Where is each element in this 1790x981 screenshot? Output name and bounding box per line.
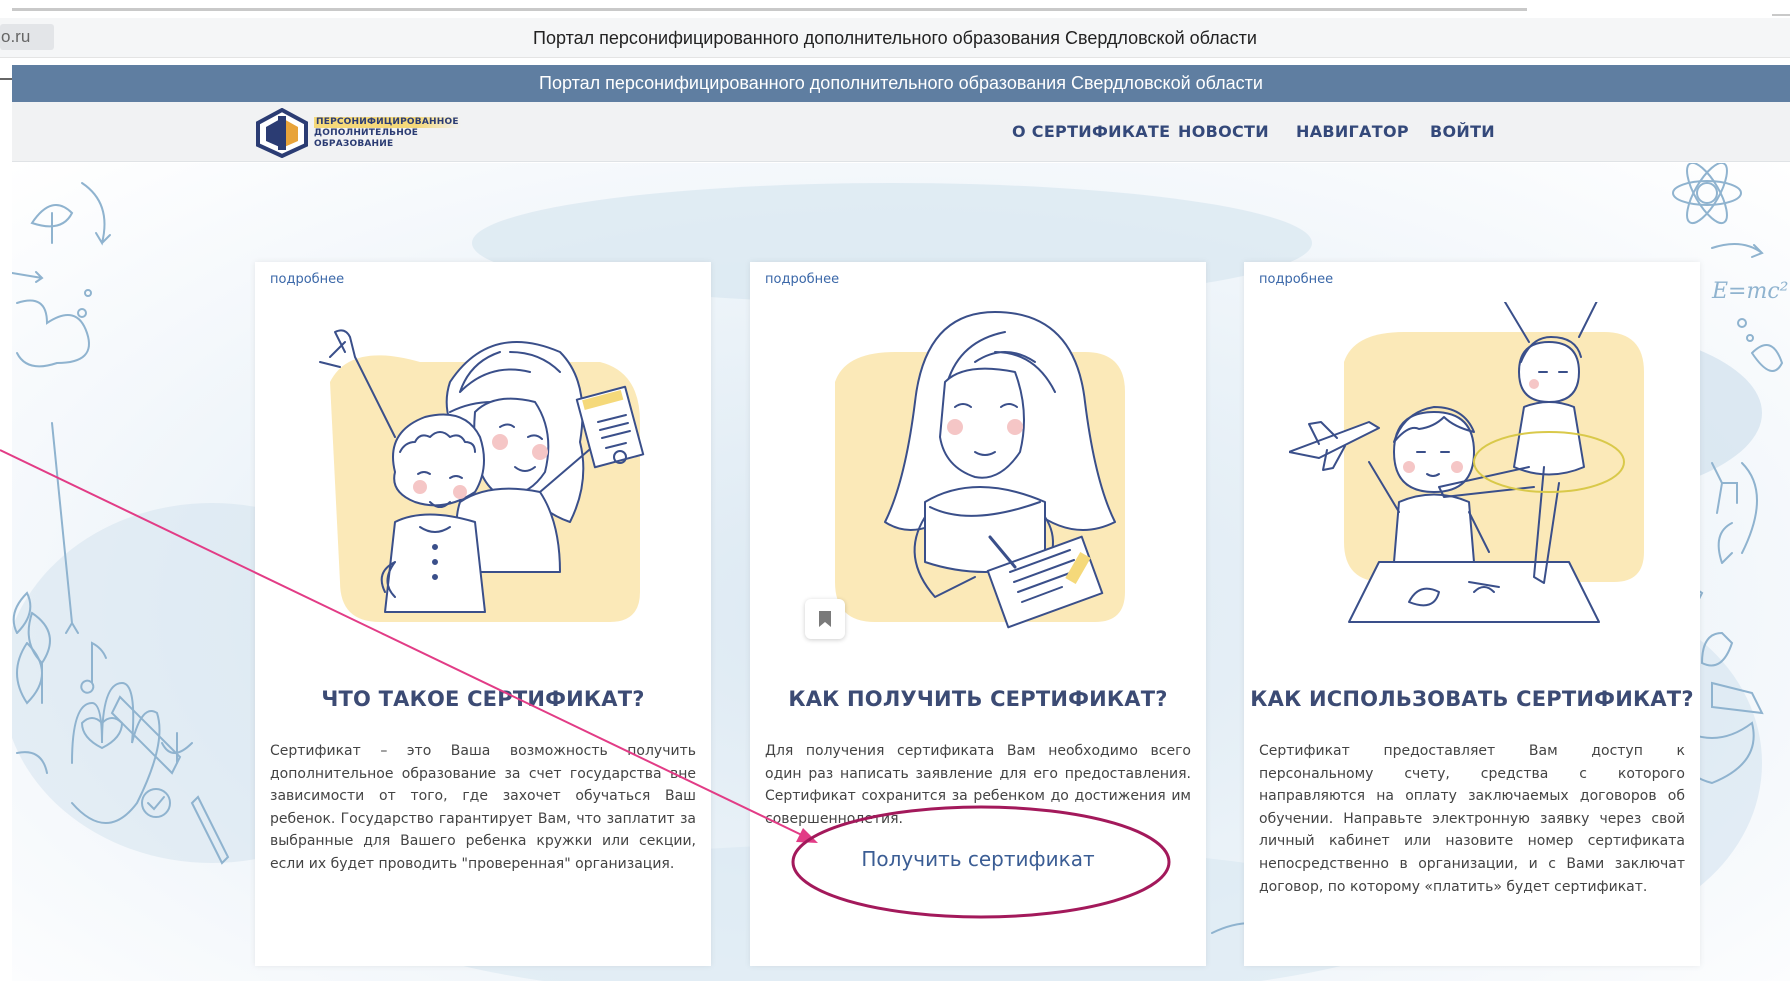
site-banner: Портал персонифицированного дополнительн… [12,65,1790,102]
annotation-arrow-edge [0,78,12,80]
page-load-progress-tail [1772,14,1790,16]
mother-daughter-illustration [319,329,645,622]
window-title: Портал персонифицированного дополнительн… [533,28,1257,48]
card-what-is-certificate: подробнее ЧТО ТАКОЕ СЕРТИФИКАТ? Сертифик [255,262,711,966]
card-how-to-get-certificate: подробнее КАК ПОЛУЧИТЬ СЕРТИФИКАТ? Для п… [750,262,1206,966]
card-more-link[interactable]: подробнее [270,272,344,287]
card-how-to-use-certificate: подробнее КАК ИСПОЛЬЗОВАТЬ СЕРТИФИКАТ? С… [1244,262,1700,966]
boy-and-ballerina-illustration [1289,302,1644,623]
get-certificate-link[interactable]: Получить сертификат [750,847,1206,871]
card-title: КАК ПОЛУЧИТЬ СЕРТИФИКАТ? [788,687,1168,711]
nav-about-certificate[interactable]: О СЕРТИФИКАТЕ [1012,102,1170,162]
card-more-link[interactable]: подробнее [1259,272,1333,287]
nav-news[interactable]: НОВОСТИ [1178,102,1269,162]
card-text: Сертификат – это Ваша возможность получи… [270,743,696,872]
nav-login[interactable]: ВОЙТИ [1430,102,1495,162]
bookmark-icon [819,611,831,627]
browser-address-strip: o.ru Портал персонифицированного дополни… [0,18,1790,58]
woman-writing-illustration [835,311,1125,629]
card-text: Для получения сертификата Вам необходимо… [765,743,1191,827]
nav-navigator[interactable]: НАВИГАТОР [1296,102,1409,162]
card-title: ЧТО ТАКОЕ СЕРТИФИКАТ? [321,687,645,711]
card-text: Сертификат предоставляет Вам доступ к пе… [1259,743,1685,895]
svg-text:E=mc²: E=mc² [1711,279,1789,304]
page-load-progress [12,8,1527,11]
card-title: КАК ИСПОЛЬЗОВАТЬ СЕРТИФИКАТ? [1250,687,1694,711]
bookmark-button[interactable] [805,599,845,639]
site-navbar: ПЕРСОНИФИЦИРОВАННОЕ ДОПОЛНИТЕЛЬНОЕ ОБРАЗ… [12,102,1790,162]
card-more-link[interactable]: подробнее [765,272,839,287]
